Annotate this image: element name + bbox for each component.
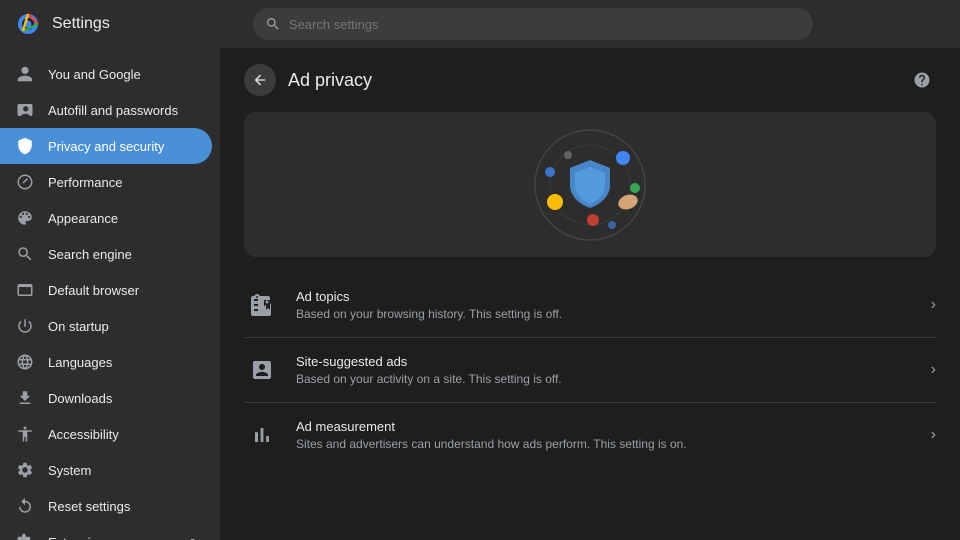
content-header-left: Ad privacy (244, 64, 372, 96)
ad-measurement-chevron: › (931, 426, 936, 444)
sidebar-label-system: System (48, 463, 91, 478)
sidebar-item-autofill[interactable]: Autofill and passwords (0, 92, 212, 128)
search-engine-icon (16, 245, 34, 263)
system-icon (16, 461, 34, 479)
accessibility-icon (16, 425, 34, 443)
site-ads-title: Site-suggested ads (296, 354, 915, 369)
sidebar-item-system[interactable]: System (0, 452, 212, 488)
back-button[interactable] (244, 64, 276, 96)
sidebar-label-autofill: Autofill and passwords (48, 103, 178, 118)
sidebar-item-appearance[interactable]: Appearance (0, 200, 212, 236)
settings-list: Ad topics Based on your browsing history… (244, 273, 936, 467)
ad-measurement-text: Ad measurement Sites and advertisers can… (296, 419, 915, 451)
sidebar-label-performance: Performance (48, 175, 122, 190)
browser-icon (16, 281, 34, 299)
power-icon (16, 317, 34, 335)
sidebar-label-default-browser: Default browser (48, 283, 139, 298)
sidebar-item-on-startup[interactable]: On startup (0, 308, 212, 344)
sidebar-item-performance[interactable]: Performance (0, 164, 212, 200)
sidebar-item-extensions[interactable]: Extensions ↗ (0, 524, 212, 540)
sidebar-label-search-engine: Search engine (48, 247, 132, 262)
sidebar-item-accessibility[interactable]: Accessibility (0, 416, 212, 452)
content-header: Ad privacy (220, 48, 960, 112)
sidebar-item-downloads[interactable]: Downloads (0, 380, 212, 416)
settings-item-site-ads[interactable]: Site-suggested ads Based on your activit… (244, 338, 936, 403)
sidebar-label-extensions: Extensions (48, 535, 112, 540)
site-ads-desc: Based on your activity on a site. This s… (296, 372, 915, 386)
download-icon (16, 389, 34, 407)
sidebar-item-search-engine[interactable]: Search engine (0, 236, 212, 272)
content-area: Ad privacy (220, 48, 960, 540)
person-icon (16, 65, 34, 83)
sidebar-label-languages: Languages (48, 355, 112, 370)
sidebar-label-reset: Reset settings (48, 499, 130, 514)
search-input[interactable] (289, 17, 801, 32)
site-ads-chevron: › (931, 361, 936, 379)
ad-measurement-title: Ad measurement (296, 419, 915, 434)
sidebar-item-reset[interactable]: Reset settings (0, 488, 212, 524)
ad-privacy-illustration (460, 120, 720, 250)
site-ads-icon (244, 352, 280, 388)
settings-item-ad-measurement[interactable]: Ad measurement Sites and advertisers can… (244, 403, 936, 467)
hero-banner (244, 112, 936, 257)
sidebar-label-downloads: Downloads (48, 391, 112, 406)
page-title: Ad privacy (288, 70, 372, 91)
ad-topics-chevron: › (931, 296, 936, 314)
sidebar-item-privacy[interactable]: Privacy and security (0, 128, 212, 164)
globe-icon (16, 353, 34, 371)
ad-topics-desc: Based on your browsing history. This set… (296, 307, 915, 321)
ad-measurement-icon (244, 417, 280, 453)
sidebar: You and Google Autofill and passwords Pr… (0, 48, 220, 540)
reset-icon (16, 497, 34, 515)
ad-topics-icon (244, 287, 280, 323)
sidebar-item-languages[interactable]: Languages (0, 344, 212, 380)
ad-topics-text: Ad topics Based on your browsing history… (296, 289, 915, 321)
chrome-logo (16, 12, 40, 36)
speed-icon (16, 173, 34, 191)
shield-icon (16, 137, 34, 155)
main-layout: You and Google Autofill and passwords Pr… (0, 48, 960, 540)
settings-item-ad-topics[interactable]: Ad topics Based on your browsing history… (244, 273, 936, 338)
app-title: Settings (52, 15, 110, 33)
sidebar-label-appearance: Appearance (48, 211, 118, 226)
header: Settings (0, 0, 960, 48)
sidebar-label-you-and-google: You and Google (48, 67, 141, 82)
search-icon (265, 16, 281, 32)
badge-icon (16, 101, 34, 119)
sidebar-label-accessibility: Accessibility (48, 427, 119, 442)
site-ads-text: Site-suggested ads Based on your activit… (296, 354, 915, 386)
ad-topics-title: Ad topics (296, 289, 915, 304)
ad-measurement-desc: Sites and advertisers can understand how… (296, 437, 915, 451)
extensions-icon (16, 533, 34, 540)
sidebar-label-privacy: Privacy and security (48, 139, 164, 154)
sidebar-label-on-startup: On startup (48, 319, 109, 334)
search-bar[interactable] (253, 8, 813, 40)
sidebar-item-default-browser[interactable]: Default browser (0, 272, 212, 308)
palette-icon (16, 209, 34, 227)
sidebar-item-you-and-google[interactable]: You and Google (0, 56, 212, 92)
help-button[interactable] (908, 66, 936, 94)
extensions-external-icon: ↗ (186, 535, 196, 540)
